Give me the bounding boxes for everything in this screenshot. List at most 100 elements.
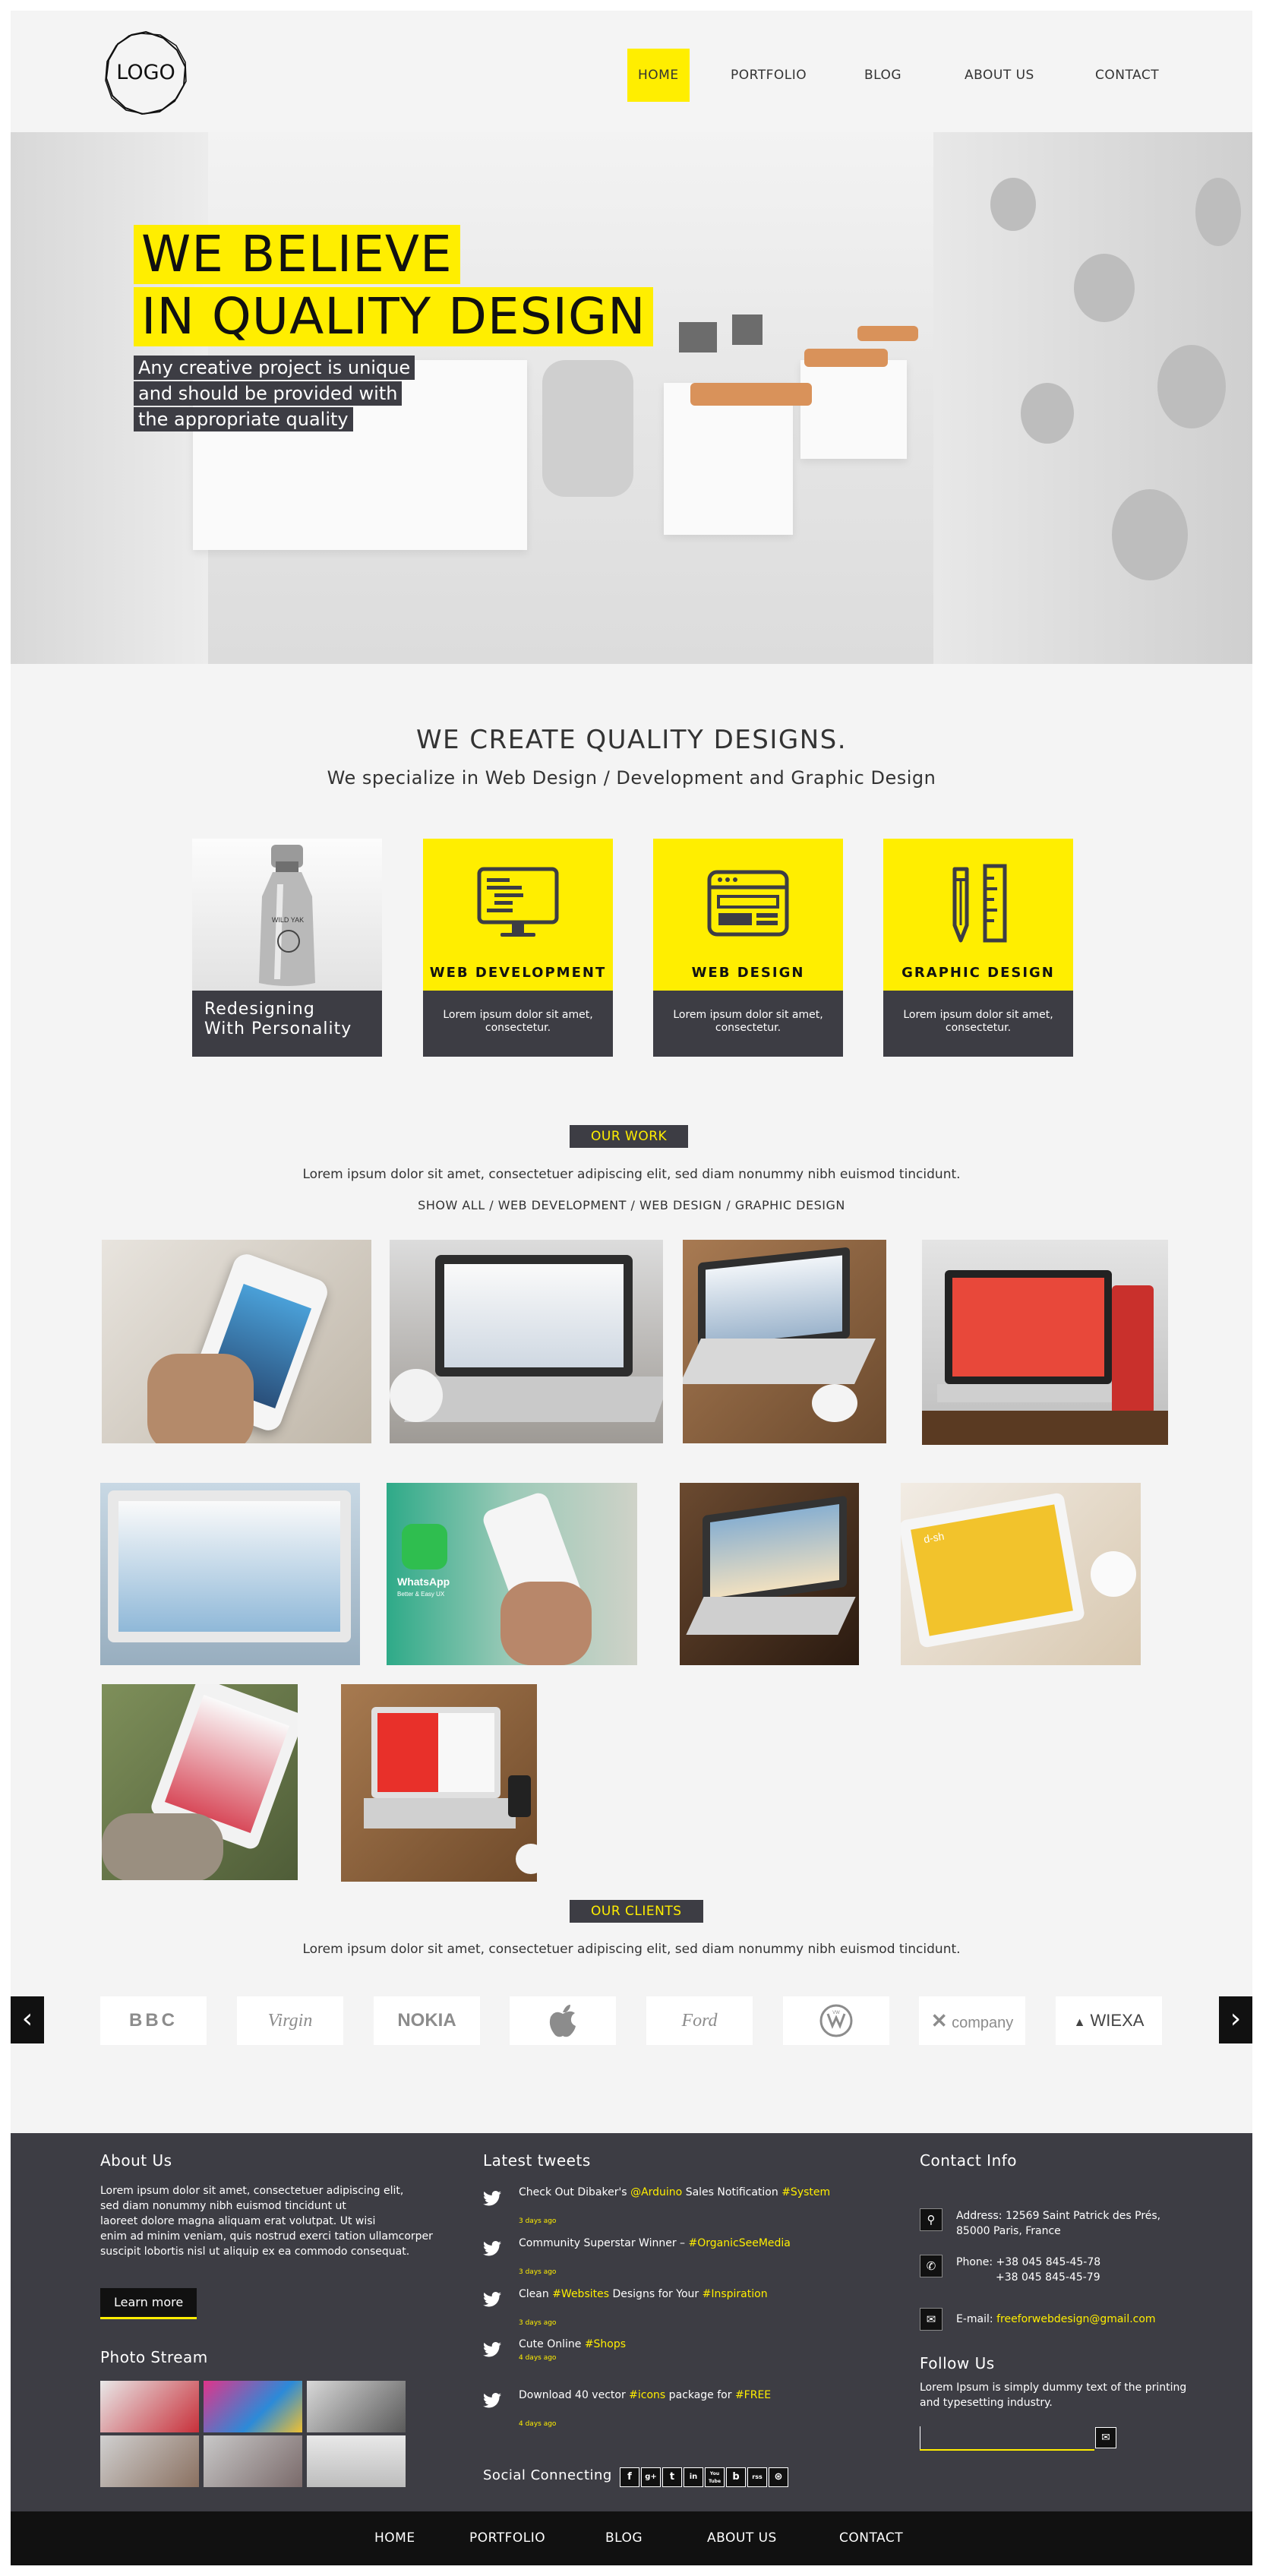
- clients-next-button[interactable]: ›: [1219, 1996, 1252, 2043]
- hero-desk: [664, 383, 793, 535]
- filter-separator: /: [485, 1198, 498, 1212]
- linkedin-icon[interactable]: in: [684, 2467, 703, 2487]
- tweet-hashtag[interactable]: #icons: [629, 2389, 665, 2401]
- client-logo-vw[interactable]: VW: [783, 1996, 889, 2045]
- tweet-hashtag[interactable]: #OrganicSeeMedia: [689, 2237, 791, 2249]
- portfolio-item[interactable]: [102, 1240, 371, 1443]
- send-mail-icon: ✉: [1101, 2432, 1110, 2444]
- filter-web-development[interactable]: WEB DEVELOPMENT: [498, 1198, 627, 1212]
- tweet-hashtag[interactable]: #FREE: [735, 2389, 771, 2401]
- photo-stream-item[interactable]: [307, 2381, 406, 2432]
- laptop-keyboard: [404, 1377, 663, 1422]
- client-logo-company[interactable]: ✕ company: [919, 1996, 1025, 2045]
- subscribe-field[interactable]: [920, 2426, 1094, 2451]
- email-link[interactable]: freeforwebdesign@gmail.com: [996, 2313, 1155, 2325]
- logo[interactable]: LOGO: [100, 27, 191, 119]
- filter-graphic-design[interactable]: GRAPHIC DESIGN: [735, 1198, 845, 1212]
- portfolio-item[interactable]: [922, 1240, 1168, 1445]
- portfolio-item[interactable]: WhatsApp Better & Easy UX: [387, 1483, 637, 1665]
- clients-prev-button[interactable]: ‹: [11, 1996, 44, 2043]
- facebook-icon[interactable]: f: [620, 2467, 639, 2487]
- youtube-icon[interactable]: You Tube: [705, 2467, 725, 2487]
- learn-more-button[interactable]: Learn more: [100, 2288, 197, 2319]
- follow-us-text: Lorem Ipsum is simply dummy text of the …: [920, 2380, 1186, 2410]
- bottom-nav-about-us[interactable]: ABOUT US: [707, 2511, 777, 2565]
- laptop-keyboard: [683, 1339, 876, 1384]
- photo-stream-item[interactable]: [100, 2435, 199, 2487]
- photo-stream-item[interactable]: [307, 2435, 406, 2487]
- phone-label: Phone:: [956, 2256, 993, 2268]
- tweet-hashtag[interactable]: #Shops: [585, 2338, 626, 2350]
- feature-caption: Redesigning With Personality: [192, 991, 382, 1057]
- tweet-hashtag[interactable]: #Websites: [552, 2288, 609, 2300]
- client-logo-bbc[interactable]: BBC: [100, 1996, 207, 2045]
- service-card-top: WEB DEVELOPMENT: [423, 839, 613, 991]
- bottom-nav-contact[interactable]: CONTACT: [839, 2511, 903, 2565]
- about-us-line: laoreet dolore magna aliquam erat volutp…: [100, 2215, 376, 2227]
- feature-image: WILD YAK: [192, 839, 382, 991]
- service-card-graphic-design[interactable]: GRAPHIC DESIGN Lorem ipsum dolor sit ame…: [883, 839, 1073, 1057]
- laptop-screen: [952, 1278, 1104, 1377]
- service-card-text-line-1: Lorem ipsum dolor sit amet,: [443, 1009, 593, 1021]
- browser-window-icon: [707, 870, 789, 937]
- tweet-hashtag[interactable]: #Inspiration: [703, 2288, 768, 2300]
- bottom-nav-home[interactable]: HOME: [374, 2511, 415, 2565]
- client-logo-ford[interactable]: Ford: [646, 1996, 753, 2045]
- filter-show-all[interactable]: SHOW ALL: [418, 1198, 485, 1212]
- company-x-icon: ✕: [930, 2009, 948, 2032]
- service-card-text-line-2: consectetur.: [715, 1022, 781, 1034]
- service-card-title: WEB DEVELOPMENT: [429, 965, 607, 981]
- client-logo-virgin[interactable]: Virgin: [237, 1996, 343, 2045]
- tweet-hashtag[interactable]: #System: [781, 2186, 830, 2198]
- services-subtitle: We specialize in Web Design / Developmen…: [327, 767, 936, 789]
- service-card-text-line-2: consectetur.: [485, 1022, 551, 1034]
- photo-stream-item[interactable]: [204, 2435, 302, 2487]
- header: LOGO HOME PORTFOLIO BLOG ABOUT US CONTAC…: [11, 11, 1252, 132]
- address-line: 85000 Paris, France: [956, 2225, 1061, 2237]
- tweet-text: Clean #Websites Designs for Your #Inspir…: [519, 2288, 768, 2300]
- service-card-text-line-2: consectetur.: [945, 1022, 1012, 1034]
- bottom-nav-blog[interactable]: BLOG: [605, 2511, 643, 2565]
- portfolio-item[interactable]: [341, 1684, 537, 1882]
- coffee-cup-image: [1091, 1551, 1136, 1597]
- client-logo-wiexa[interactable]: ▲ WIEXA: [1056, 1996, 1162, 2045]
- twitter-bird-icon: [483, 2292, 501, 2307]
- dribbble-icon[interactable]: ⊛: [769, 2467, 788, 2487]
- twitter-bird-icon: [483, 2191, 501, 2206]
- photo-stream-item[interactable]: [100, 2381, 199, 2432]
- service-card-web-development[interactable]: WEB DEVELOPMENT Lorem ipsum dolor sit am…: [423, 839, 613, 1057]
- subscribe-input[interactable]: [920, 2426, 1094, 2449]
- about-us-line: suscipit lobortis nisl ut aliquip ex ea …: [100, 2246, 410, 2258]
- tweet-mention[interactable]: @Arduino: [630, 2186, 682, 2198]
- client-logo-nokia[interactable]: NOKIA: [374, 1996, 480, 2045]
- nav-home[interactable]: HOME: [627, 49, 690, 102]
- portfolio-item[interactable]: [100, 1483, 360, 1665]
- hand-image: [500, 1582, 592, 1665]
- nav-blog[interactable]: BLOG: [864, 49, 901, 102]
- bottom-nav-portfolio[interactable]: PORTFOLIO: [469, 2511, 545, 2565]
- bottle-image: WILD YAK: [259, 845, 315, 986]
- tweet-time: 3 days ago: [519, 2319, 557, 2327]
- rss-icon[interactable]: rss: [747, 2467, 767, 2487]
- address-line: 12569 Saint Patrick des Prés,: [1005, 2210, 1161, 2222]
- hero-headline-1: WE BELIEVE: [134, 225, 460, 284]
- nav-portfolio[interactable]: PORTFOLIO: [731, 49, 807, 102]
- portfolio-item[interactable]: [102, 1684, 298, 1880]
- nav-about-us[interactable]: ABOUT US: [965, 49, 1034, 102]
- google-plus-icon[interactable]: g+: [641, 2467, 661, 2487]
- client-logo-apple[interactable]: [510, 1996, 616, 2045]
- filter-web-design[interactable]: WEB DESIGN: [639, 1198, 722, 1212]
- portfolio-item[interactable]: [680, 1483, 859, 1665]
- nav-contact[interactable]: CONTACT: [1095, 49, 1159, 102]
- portfolio-item[interactable]: [683, 1240, 886, 1443]
- portfolio-item[interactable]: [390, 1240, 663, 1443]
- hero-seat: [804, 349, 888, 367]
- blogger-icon[interactable]: b: [726, 2467, 746, 2487]
- subscribe-send-button[interactable]: ✉: [1095, 2427, 1116, 2448]
- service-card-web-design[interactable]: WEB DESIGN Lorem ipsum dolor sit amet, c…: [653, 839, 843, 1057]
- twitter-bird-icon: [483, 2342, 501, 2357]
- portfolio-item[interactable]: d-sh: [901, 1483, 1141, 1665]
- photo-stream-item[interactable]: [204, 2381, 302, 2432]
- feature-card[interactable]: WILD YAK Redesigning With Personality: [192, 839, 382, 1057]
- tumblr-icon[interactable]: t: [662, 2467, 682, 2487]
